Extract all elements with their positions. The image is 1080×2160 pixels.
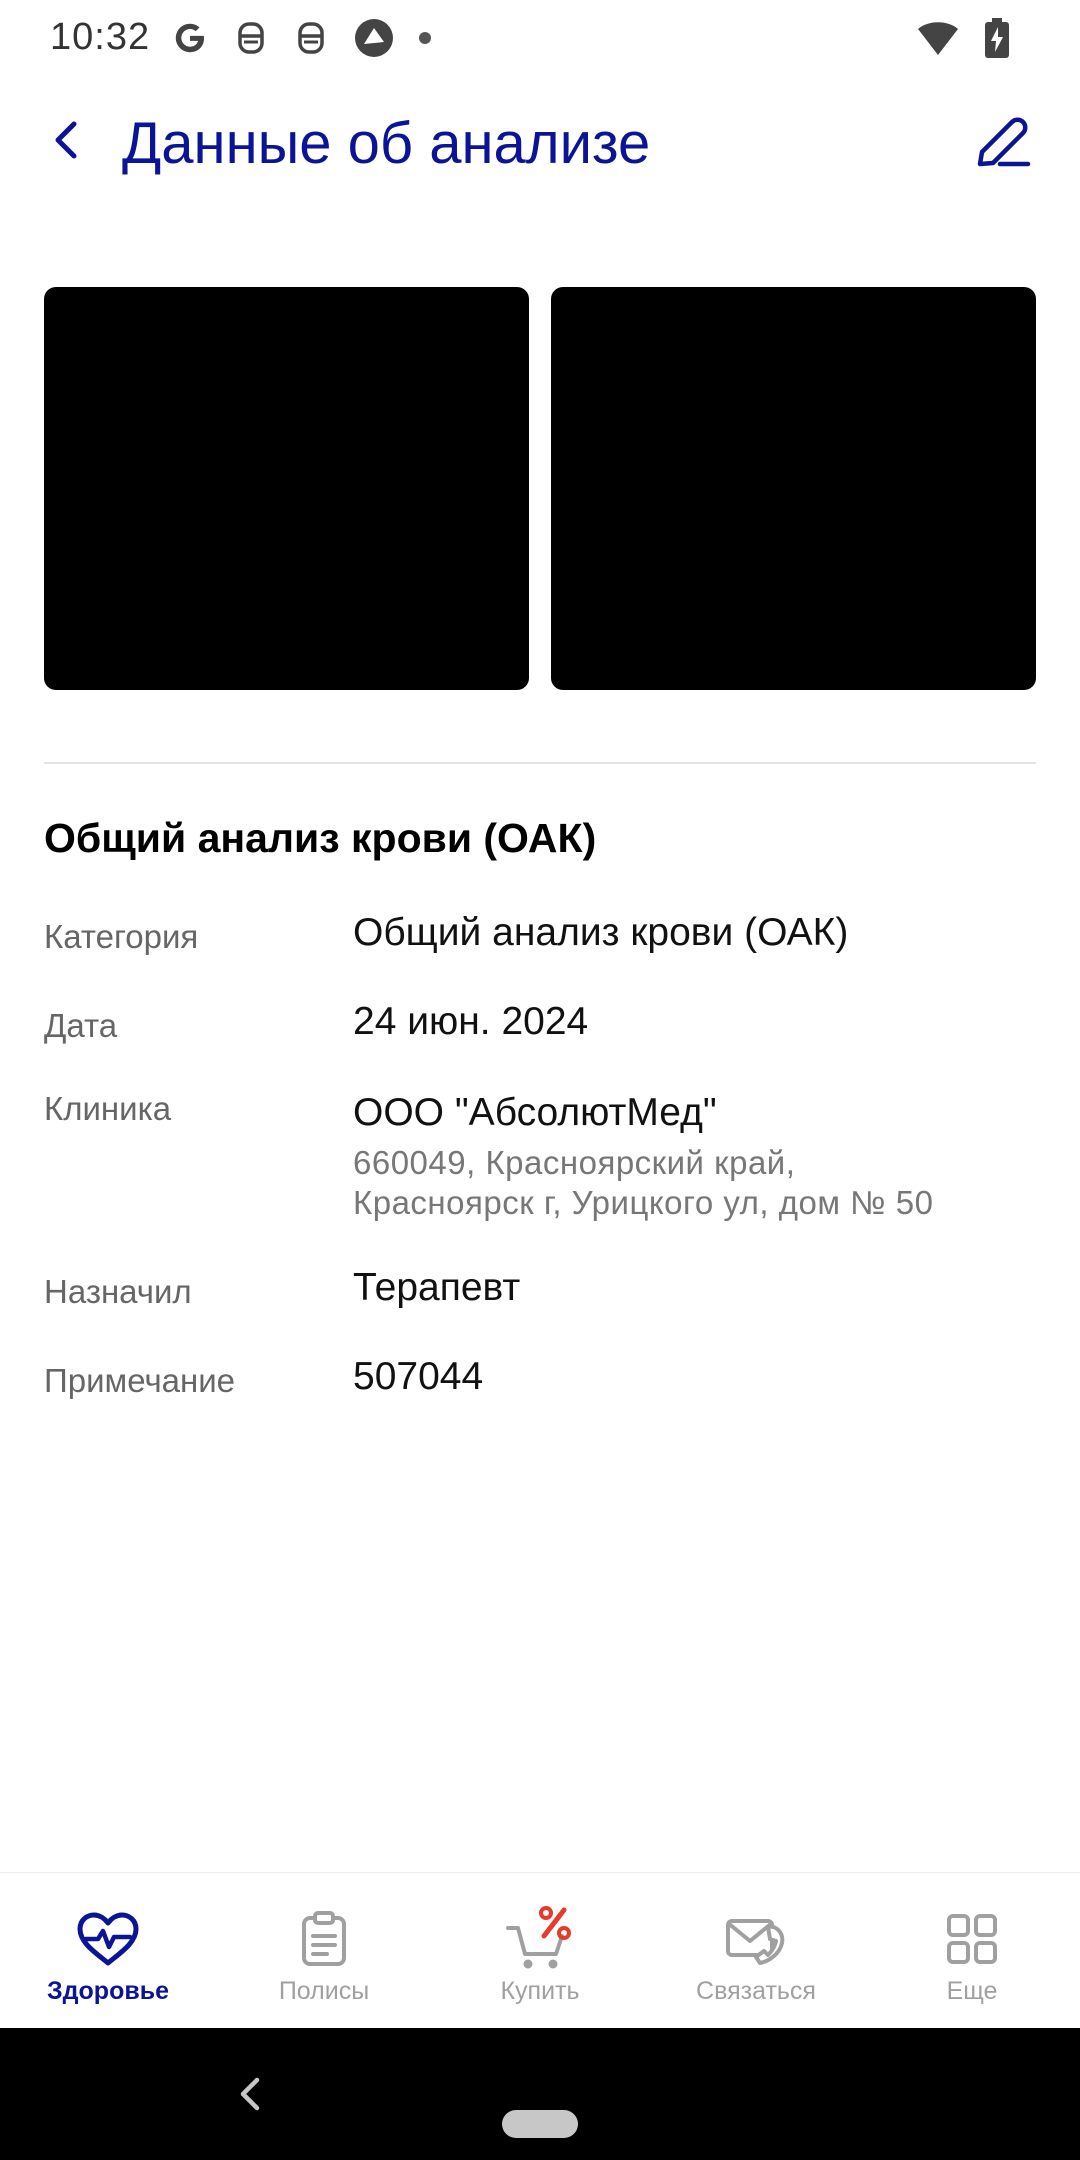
date-value: 24 июн. 2024: [353, 1000, 589, 1043]
cart-percent-icon: [506, 1906, 571, 1969]
page-title: Данные об анализе: [122, 111, 651, 176]
nav-item-policies[interactable]: Полисы: [216, 1873, 432, 2029]
category-label: Категория: [44, 918, 199, 955]
heart-pulse-icon: [77, 1912, 139, 1966]
clinic-address-line1: 660049, Красноярский край,: [353, 1144, 796, 1181]
nav-label: Купить: [500, 1977, 580, 2005]
nav-label: Здоровье: [47, 1977, 169, 2005]
attachment-images: [44, 287, 1036, 690]
prescribed-by-value: Терапевт: [353, 1266, 521, 1309]
clipboard-icon: [302, 1911, 346, 1966]
analysis-title: Общий анализ крови (ОАК): [44, 815, 597, 861]
prescribed-by-label: Назначил: [44, 1273, 192, 1310]
status-bar: 10:32: [0, 0, 1080, 80]
app-bar: Данные об анализе: [0, 90, 1080, 200]
nav-label: Еще: [946, 1977, 998, 2005]
nav-item-more[interactable]: Еще: [864, 1873, 1080, 2029]
google-icon: [175, 23, 204, 53]
bottom-navigation: Здоровье Полисы Купить Связаться Еще: [0, 1872, 1080, 2029]
wifi-icon: [918, 22, 958, 55]
back-button[interactable]: [38, 110, 98, 170]
dot-icon: [419, 32, 431, 44]
clinic-address-line2: Красноярск г, Урицкого ул, дом № 50: [353, 1184, 934, 1221]
nav-item-health[interactable]: Здоровье: [0, 1873, 216, 2029]
mail-phone-icon: [726, 1919, 785, 1965]
nav-label: Связаться: [696, 1977, 816, 2005]
system-navigation-bar: [0, 2028, 1080, 2160]
notification-bot-icon: [298, 22, 324, 54]
clinic-value: ООО "АбсолютМед": [353, 1091, 717, 1134]
nav-item-buy[interactable]: Купить: [432, 1873, 648, 2029]
system-home-button[interactable]: [502, 2110, 578, 2138]
app-icon: [355, 19, 393, 57]
divider: [44, 762, 1036, 764]
edit-button[interactable]: [966, 106, 1038, 178]
system-back-button[interactable]: [222, 2066, 278, 2122]
chevron-left-icon: [55, 121, 77, 159]
battery-charging-icon: [985, 18, 1009, 58]
chevron-left-icon: [240, 2077, 260, 2111]
grid-icon: [947, 1914, 997, 1964]
note-value: 507044: [353, 1355, 484, 1398]
pencil-icon: [977, 117, 1031, 167]
note-label: Примечание: [44, 1362, 236, 1399]
status-system-icons: [916, 18, 1010, 58]
notification-bot-icon: [238, 22, 264, 54]
date-label: Дата: [44, 1007, 118, 1044]
status-time: 10:32: [50, 16, 151, 58]
clinic-label: Клиника: [44, 1090, 172, 1127]
status-notification-icons: [170, 16, 432, 60]
nav-label: Полисы: [278, 1977, 370, 2005]
nav-item-contact[interactable]: Связаться: [648, 1873, 864, 2029]
category-value: Общий анализ крови (ОАК): [353, 911, 849, 954]
attachment-image[interactable]: [44, 287, 529, 690]
attachment-image[interactable]: [551, 287, 1036, 690]
